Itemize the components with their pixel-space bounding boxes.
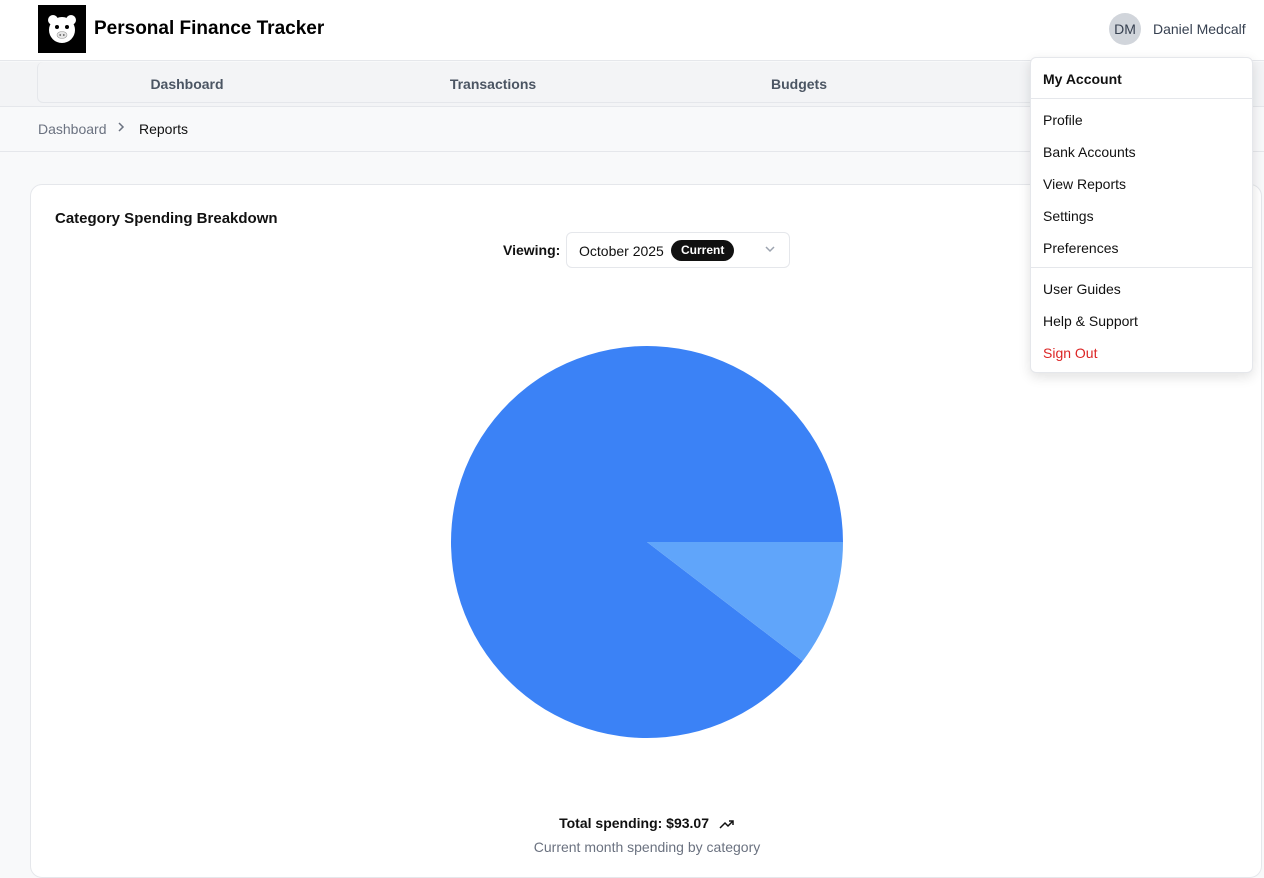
current-badge: Current xyxy=(671,240,735,261)
month-select[interactable]: October 2025 Current xyxy=(566,232,790,268)
app-header: Personal Finance Tracker DM Daniel Medca… xyxy=(0,0,1264,61)
menu-divider xyxy=(1031,98,1252,99)
trending-up-icon xyxy=(719,820,734,829)
breadcrumb-reports: Reports xyxy=(139,121,189,137)
nav-tab-dashboard[interactable]: Dashboard xyxy=(112,76,262,92)
breadcrumb-dashboard[interactable]: Dashboard xyxy=(38,121,107,137)
pig-logo-icon xyxy=(48,15,76,43)
menu-item-settings[interactable]: Settings xyxy=(1043,208,1094,224)
chart-caption: Current month spending by category xyxy=(533,839,761,855)
app-logo[interactable] xyxy=(38,5,86,53)
menu-item-user-guides[interactable]: User Guides xyxy=(1043,281,1121,297)
menu-item-help-support[interactable]: Help & Support xyxy=(1043,313,1138,329)
menu-item-view-reports[interactable]: View Reports xyxy=(1043,176,1126,192)
card-title: Category Spending Breakdown xyxy=(55,210,278,227)
menu-divider xyxy=(1031,267,1252,268)
total-spending-text: Total spending: $93.07 xyxy=(559,815,709,831)
menu-item-sign-out[interactable]: Sign Out xyxy=(1043,345,1097,361)
menu-heading: My Account xyxy=(1043,71,1122,87)
chevron-down-icon xyxy=(763,242,777,261)
user-name[interactable]: Daniel Medcalf xyxy=(1153,21,1246,37)
selected-month: October 2025 xyxy=(579,243,664,259)
viewing-label: Viewing: xyxy=(503,242,561,258)
menu-item-profile[interactable]: Profile xyxy=(1043,112,1083,128)
nav-tab-budgets[interactable]: Budgets xyxy=(724,76,874,92)
user-avatar[interactable]: DM xyxy=(1109,13,1141,45)
menu-item-preferences[interactable]: Preferences xyxy=(1043,240,1118,256)
account-dropdown-menu: My Account Profile Bank Accounts View Re… xyxy=(1030,57,1253,373)
menu-item-bank-accounts[interactable]: Bank Accounts xyxy=(1043,144,1136,160)
nav-tab-transactions[interactable]: Transactions xyxy=(418,76,568,92)
spending-pie-chart xyxy=(450,346,843,738)
total-spending: Total spending: $93.07 xyxy=(31,815,1263,831)
app-title: Personal Finance Tracker xyxy=(94,18,325,39)
chevron-right-icon xyxy=(116,120,126,136)
